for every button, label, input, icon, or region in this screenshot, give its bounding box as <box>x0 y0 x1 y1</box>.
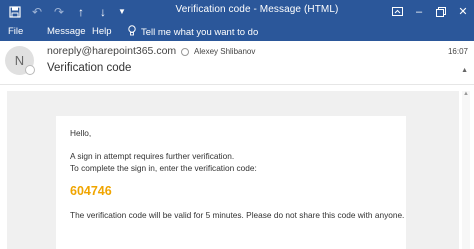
tab-message[interactable]: Message <box>47 26 86 37</box>
recipient-status-icon <box>181 47 189 56</box>
tab-help[interactable]: Help <box>92 26 112 37</box>
vertical-scrollbar[interactable]: ▲ <box>462 91 470 249</box>
recipient-name: Alexey Shlibanov <box>194 47 256 56</box>
scroll-up-icon[interactable]: ▲ <box>462 91 470 97</box>
body-line-1: A sign in attempt requires further verif… <box>70 151 235 161</box>
sender-address[interactable]: noreply@harepoint365.com <box>47 45 176 57</box>
message-header: N noreply@harepoint365.com Alexey Shliba… <box>0 41 474 81</box>
presence-status-icon <box>25 65 35 75</box>
window-controls: – ✕ <box>386 0 474 23</box>
minimize-icon[interactable]: – <box>408 0 430 23</box>
body-line-2: To complete the sign in, enter the verif… <box>70 163 257 173</box>
title-bar: ↶ ↷ ↑ ↓ ▼ Verification code - Message (H… <box>0 0 474 23</box>
recipient[interactable]: Alexey Shlibanov <box>181 47 255 56</box>
ribbon-options-icon[interactable] <box>386 0 408 23</box>
message-body-card: Hello, A sign in attempt requires furthe… <box>56 116 406 249</box>
tell-me-box[interactable]: Tell me what you want to do <box>128 25 258 39</box>
close-icon[interactable]: ✕ <box>452 0 474 23</box>
body-line-3: The verification code will be valid for … <box>70 210 405 220</box>
message-subject: Verification code <box>47 62 132 74</box>
restore-icon[interactable] <box>430 0 452 23</box>
lightbulb-icon <box>128 25 136 39</box>
header-divider <box>0 84 474 85</box>
greeting-text: Hello, <box>70 128 92 138</box>
ribbon-tabs: File Message Help Tell me what you want … <box>0 23 474 41</box>
verification-code: 604746 <box>70 184 112 198</box>
tab-file[interactable]: File <box>8 26 23 37</box>
expand-header-icon[interactable]: ▲ <box>461 67 468 74</box>
tell-me-label: Tell me what you want to do <box>141 26 259 38</box>
message-time: 16:07 <box>447 47 468 56</box>
